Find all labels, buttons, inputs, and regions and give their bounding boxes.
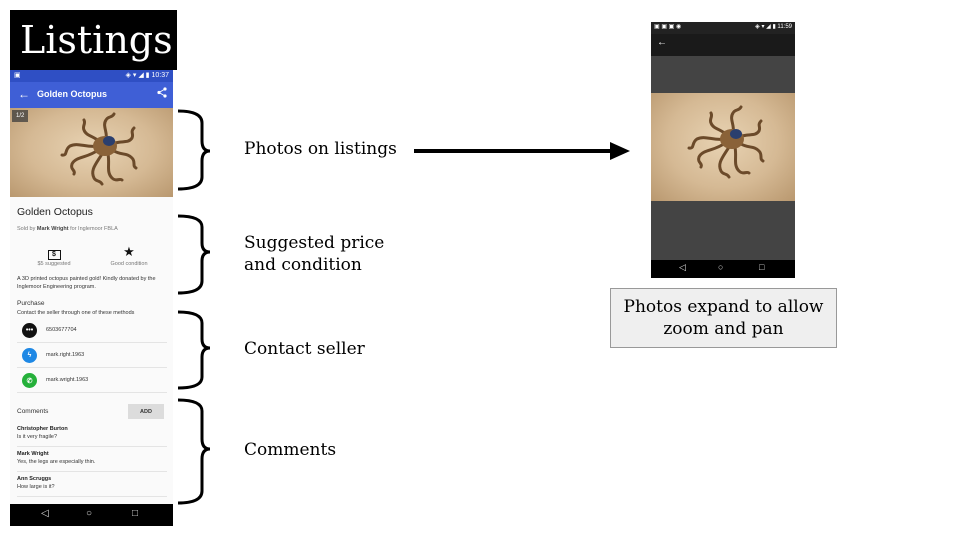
price-label: $5 suggested [37,261,71,267]
product-description: A 3D printed octopus painted gold! Kindl… [17,276,156,290]
brace-price [177,214,211,295]
comment-item: Mark Wright Yes, the legs are especially… [17,447,167,472]
add-comment-button[interactable]: ADD [128,404,164,419]
contact-value: 6503677704 [46,327,77,333]
messenger-icon: ϟ [22,348,37,363]
battery-icon: ▮ [145,72,150,79]
android-nav-bar: ◁ ○ □ [651,260,795,278]
status-bar: ▣ ▣ ▣ ◉ ◈ ▾ ◢ ▮ 11:59 [651,22,795,34]
brace-contact [177,310,211,390]
zoomable-photo[interactable] [651,93,795,201]
share-icon[interactable] [157,87,167,101]
contact-row-messenger[interactable]: ϟ mark.right.1963 [17,343,167,368]
back-arrow-icon[interactable]: ← [657,37,667,48]
contact-row-whatsapp[interactable]: ✆ mark.wright.1963 [17,368,167,393]
signal-icon: ◢ [138,72,144,79]
comment-text: How large is it? [17,484,55,490]
comment-item: Ann Scruggs How large is it? [17,472,167,497]
nav-recents-icon[interactable]: □ [759,262,764,272]
comment-author: Mark Wright [17,451,49,457]
wifi-icon: ▾ [761,24,765,30]
sms-icon: ••• [22,323,37,338]
condition-attribute: ★ Good condition [94,244,164,267]
status-bar: ▣ ◈ ▾ ◢ ▮ 10:37 [10,70,173,82]
photo-viewer-screenshot: ▣ ▣ ▣ ◉ ◈ ▾ ◢ ▮ 11:59 ← ◁ ○ □ [651,22,795,278]
listing-photo[interactable]: 1/2 [10,108,173,197]
octopus-image [60,112,138,186]
comment-text: Yes, the legs are especially thin. [17,459,96,465]
nav-home-icon[interactable]: ○ [86,508,92,519]
brace-comments [177,398,211,505]
brace-photos [177,109,211,191]
contact-instructions: Contact the seller through one of these … [17,310,135,316]
android-nav-bar: ◁ ○ □ [10,504,173,526]
purchase-heading: Purchase [17,300,45,307]
battery-icon: ▮ [772,24,776,30]
notification-image-icon: ▣ [14,72,21,79]
sold-by-suffix: for Inglemoor FBLA [70,226,118,232]
sold-by-prefix: Sold by [17,226,36,232]
vibrate-icon: ◈ [125,72,131,79]
comment-author: Ann Scruggs [17,476,52,482]
label-photos-on-listings: Photos on listings [244,139,397,159]
contact-value: mark.wright.1963 [46,377,89,383]
comment-author: Christopher Burton [17,426,68,432]
arrow-right [414,142,630,160]
contact-value: mark.right.1963 [46,352,85,358]
seller-line: Sold by Mark Wright for Inglemoor FBLA [17,226,118,232]
comment-item: Christopher Burton Is it very fragile? [17,422,167,447]
app-bar-title: Golden Octopus [37,89,108,99]
notification-icons: ▣ ▣ ▣ ◉ [654,24,682,30]
photo-counter: 1/2 [12,110,29,122]
seller-name[interactable]: Mark Wright [37,226,69,232]
octopus-image [687,105,765,179]
nav-home-icon[interactable]: ○ [718,262,723,272]
wifi-icon: ▾ [132,72,137,79]
star-icon: ★ [123,244,135,259]
label-contact-seller: Contact seller [244,339,365,359]
whatsapp-icon: ✆ [22,373,37,388]
comment-text: Is it very fragile? [17,434,58,440]
vibrate-icon: ◈ [755,24,760,30]
nav-back-icon[interactable]: ◁ [41,508,49,519]
listing-details: Golden Octopus Sold by Mark Wright for I… [10,197,173,526]
app-bar: ← Golden Octopus [10,82,173,108]
dollar-icon: $ [19,244,89,260]
status-time: 10:37 [151,72,169,79]
viewer-caption: Photos expand to allow zoom and pan [610,288,837,348]
annotation-braces [177,109,211,505]
signal-icon: ◢ [766,24,771,30]
condition-label: Good condition [110,261,148,267]
viewer-toolbar: ← [651,34,795,56]
status-time: 11:59 [777,24,792,30]
nav-recents-icon[interactable]: □ [132,508,138,519]
listing-phone-screenshot: ▣ ◈ ▾ ◢ ▮ 10:37 ← Golden Octopus 1/2 Gol… [10,70,173,526]
price-attribute: $ $5 suggested [19,244,89,267]
label-price-condition: Suggested price and condition [244,233,385,275]
back-arrow-icon[interactable]: ← [18,87,30,101]
contact-row-sms[interactable]: ••• 6503677704 [17,318,167,343]
product-name: Golden Octopus [17,206,93,218]
comments-heading: Comments [17,408,49,415]
nav-back-icon[interactable]: ◁ [679,262,686,273]
slide-title: Listings [10,10,177,70]
label-comments: Comments [244,440,337,460]
